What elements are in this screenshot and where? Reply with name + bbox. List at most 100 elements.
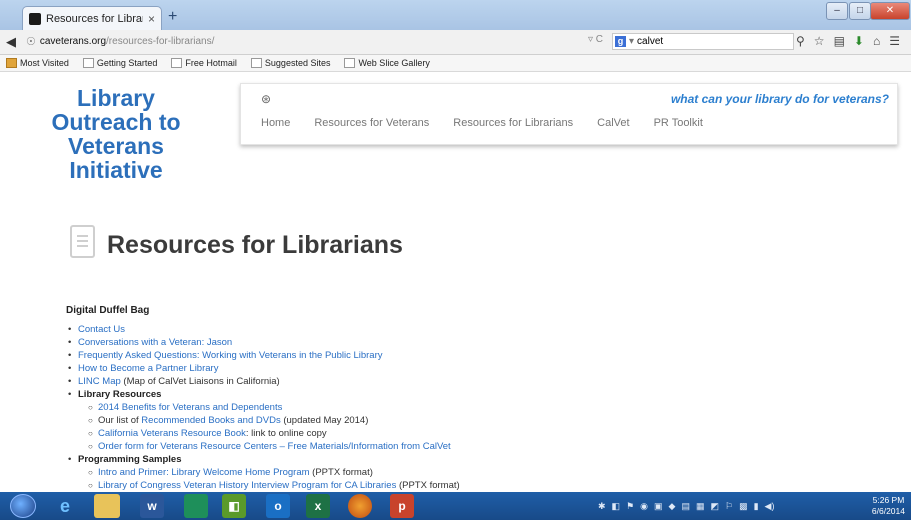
browser-tab[interactable]: Resources for Librarians | Libra... × xyxy=(22,6,162,30)
list-item-text: (PPTX format) xyxy=(309,467,373,478)
link-library-of-congress[interactable]: Library of Congress Veteran History Inte… xyxy=(98,480,396,491)
link-intro-primer[interactable]: Intro and Primer: Library Welcome Home P… xyxy=(98,467,310,478)
menu-item-pr-toolkit[interactable]: PR Toolkit xyxy=(654,117,703,129)
list-item: Order form for Veterans Resource Centers… xyxy=(66,440,460,453)
list-item: Intro and Primer: Library Welcome Home P… xyxy=(66,466,460,479)
link-resource-book[interactable]: California Veterans Resource Book xyxy=(98,428,246,439)
main-menu: Home Resources for Veterans Resources fo… xyxy=(261,117,703,129)
search-icon[interactable]: ⚲ xyxy=(796,34,805,48)
excel-green-icon[interactable]: ◧ xyxy=(222,494,246,518)
main-nav-panel: ⊛ what can your library do for veterans?… xyxy=(240,83,898,145)
link-order-form[interactable]: Order form for Veterans Resource Centers… xyxy=(98,441,451,452)
tray-icon[interactable]: ⚐ xyxy=(725,501,733,512)
title-bar: Resources for Librarians | Libra... × + … xyxy=(0,0,911,30)
firefox-icon[interactable] xyxy=(348,494,372,518)
link-recommended-books[interactable]: Recommended Books and DVDs xyxy=(141,415,280,426)
site-header: Library Outreach to Veterans Initiative … xyxy=(0,73,911,190)
tray-icon[interactable]: ◉ xyxy=(640,501,648,512)
list-item: California Veterans Resource Book: link … xyxy=(66,427,460,440)
reload-icon[interactable]: ▿ C xyxy=(588,34,603,45)
menu-item-home[interactable]: Home xyxy=(261,117,290,129)
start-button[interactable] xyxy=(10,494,36,518)
list-heading: Library Resources xyxy=(66,388,460,401)
word-icon[interactable]: w xyxy=(140,494,164,518)
list-item: LINC Map (Map of CalVet Liaisons in Cali… xyxy=(66,375,460,388)
google-icon[interactable]: g xyxy=(615,36,626,47)
minimize-button[interactable]: – xyxy=(826,2,848,20)
search-input[interactable]: g ▾ calvet xyxy=(612,33,794,50)
bookmark-web-slice-gallery[interactable]: Web Slice Gallery xyxy=(344,58,430,68)
list-item: Library of Congress Veteran History Inte… xyxy=(66,479,460,492)
link-partner-library[interactable]: How to Become a Partner Library xyxy=(78,363,218,374)
address-bar[interactable]: ☉ caveterans.org/resources-for-librarian… xyxy=(26,33,546,50)
new-tab-button[interactable]: + xyxy=(168,8,177,26)
list-item: How to Become a Partner Library xyxy=(66,362,460,375)
close-window-button[interactable]: ✕ xyxy=(870,2,910,20)
link-faq[interactable]: Frequently Asked Questions: Working with… xyxy=(78,350,383,361)
tray-icon[interactable]: ▦ xyxy=(696,501,705,512)
url-path: /resources-for-librarians/ xyxy=(106,36,215,47)
tray-icon[interactable]: ◩ xyxy=(710,501,719,512)
tab-close-button[interactable]: × xyxy=(148,12,155,26)
bookmark-page-icon xyxy=(344,58,356,68)
list-item-text: Our list of xyxy=(98,415,142,426)
site-identity-icon[interactable]: ☉ xyxy=(26,35,36,48)
back-arrow-icon[interactable]: ◀ xyxy=(6,34,16,50)
tray-icon[interactable]: ◆ xyxy=(669,501,676,512)
tray-icon[interactable]: ▤ xyxy=(681,501,690,512)
site-tagline: what can your library do for veterans? xyxy=(670,92,889,106)
link-2014-benefits[interactable]: 2014 Benefits for Veterans and Dependent… xyxy=(98,402,282,413)
download-icon[interactable]: ⬇ xyxy=(854,34,864,48)
bookmark-getting-started[interactable]: Getting Started xyxy=(82,58,157,68)
section-heading: Digital Duffel Bag xyxy=(66,305,150,316)
file-explorer-icon[interactable] xyxy=(94,494,120,518)
link-conversations-with-veteran[interactable]: Conversations with a Veteran: Jason xyxy=(78,337,232,348)
list-item: Contact Us xyxy=(66,323,460,336)
bookmarks-menu-icon[interactable]: ▤ xyxy=(834,34,845,48)
link-linc-map[interactable]: LINC Map xyxy=(78,376,121,387)
tab-title: Resources for Librarians | Libra... xyxy=(46,12,143,25)
most-visited-icon xyxy=(6,58,17,68)
list-item: 2014 Benefits for Veterans and Dependent… xyxy=(66,401,460,414)
bookmark-page-icon xyxy=(82,58,94,68)
excel-icon[interactable]: x xyxy=(306,494,330,518)
bookmark-suggested-sites[interactable]: Suggested Sites xyxy=(250,58,330,68)
menu-item-resources-for-veterans[interactable]: Resources for Veterans xyxy=(314,117,429,129)
list-item: Our list of Recommended Books and DVDs (… xyxy=(66,414,460,427)
bookmark-star-icon[interactable]: ☆ xyxy=(814,34,825,48)
search-query: calvet xyxy=(637,36,664,47)
tray-icon[interactable]: ⚑ xyxy=(626,501,634,512)
rss-icon[interactable]: ⊛ xyxy=(261,92,271,106)
taskbar: e w ◧ o x p ✱ ◧ ⚑ ◉ ▣ ◆ ▤ ▦ ◩ ⚐ ▩ ▮ ◀) 5… xyxy=(0,492,911,520)
powerpoint-icon[interactable]: p xyxy=(390,494,414,518)
outlook-icon[interactable]: o xyxy=(266,494,290,518)
list-item-text: : link to online copy xyxy=(245,428,327,439)
menu-item-calvet[interactable]: CalVet xyxy=(597,117,629,129)
site-favicon-icon xyxy=(29,12,41,25)
tray-icon[interactable]: ◧ xyxy=(612,501,621,512)
link-contact-us[interactable]: Contact Us xyxy=(78,324,125,335)
list-item-text: (Map of CalVet Liaisons in California) xyxy=(120,376,280,387)
bookmarks-bar: Most Visited Getting Started Free Hotmai… xyxy=(0,55,911,72)
network-icon[interactable]: ▮ xyxy=(754,501,759,512)
tray-icon[interactable]: ✱ xyxy=(598,501,606,512)
maximize-button[interactable]: □ xyxy=(849,2,871,20)
tray-icon[interactable]: ▩ xyxy=(739,501,748,512)
bookmark-most-visited[interactable]: Most Visited xyxy=(6,58,69,68)
menu-icon[interactable]: ☰ xyxy=(889,34,900,48)
publisher-icon[interactable] xyxy=(184,494,208,518)
internet-explorer-icon[interactable]: e xyxy=(46,494,84,518)
list-item-text: (PPTX format) xyxy=(396,480,460,491)
home-icon[interactable]: ⌂ xyxy=(873,34,880,48)
clock[interactable]: 5:26 PM 6/6/2014 xyxy=(872,495,905,517)
search-engine-dropdown-icon[interactable]: ▾ xyxy=(629,36,634,47)
bookmark-page-icon xyxy=(171,58,183,68)
menu-item-resources-for-librarians[interactable]: Resources for Librarians xyxy=(453,117,573,129)
site-logo[interactable]: Library Outreach to Veterans Initiative xyxy=(36,86,196,182)
bookmark-free-hotmail[interactable]: Free Hotmail xyxy=(171,58,237,68)
volume-icon[interactable]: ◀) xyxy=(765,501,775,512)
list-item: Conversations with a Veteran: Jason xyxy=(66,336,460,349)
tray-icon[interactable]: ▣ xyxy=(654,501,663,512)
list-item-text: (updated May 2014) xyxy=(280,415,369,426)
list-heading: Programming Samples xyxy=(66,453,460,466)
